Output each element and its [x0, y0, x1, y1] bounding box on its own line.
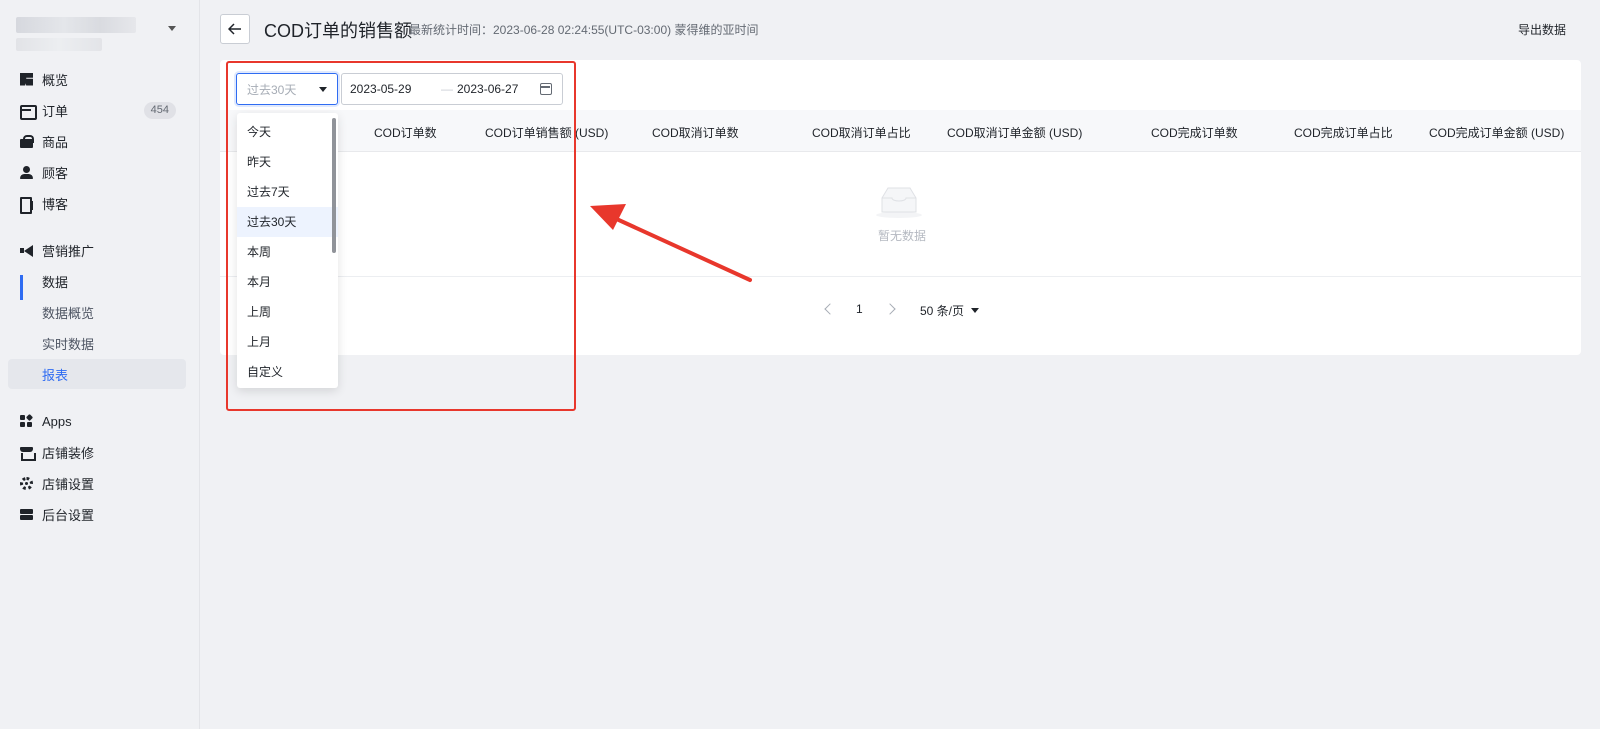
empty-state: 暂无数据 [220, 152, 1581, 277]
column-header: COD完成订单数 [1151, 126, 1238, 140]
sidebar-item-reports[interactable]: 报表 [8, 359, 186, 389]
sidebar-item-store-settings[interactable]: 店铺设置 [8, 468, 186, 498]
gear-icon [20, 476, 33, 490]
start-date-input[interactable]: 2023-05-29 [350, 82, 411, 96]
sidebar-item-data-overview[interactable]: 数据概览 [8, 297, 186, 327]
report-card: 过去30天 2023-05-29 — 2023-06-27 COD订单数 COD… [220, 60, 1581, 355]
date-range-picker[interactable]: 2023-05-29 — 2023-06-27 [341, 73, 563, 105]
sidebar-item-apps[interactable]: Apps [8, 406, 186, 436]
store-icon [20, 446, 36, 461]
megaphone-icon [20, 244, 33, 257]
pagination: 1 50 条/页 [220, 300, 1581, 322]
sidebar-item-label: 实时数据 [42, 336, 95, 352]
column-header: COD订单销售额 (USD) [485, 126, 609, 140]
blog-icon [20, 196, 33, 214]
column-header: COD完成订单占比 [1294, 126, 1393, 140]
dropdown-option-this-month[interactable]: 本月 [237, 267, 338, 297]
page-title: COD订单的销售额 [264, 21, 412, 41]
sidebar-item-label: 店铺装修 [42, 445, 95, 461]
sidebar-item-label: 后台设置 [42, 507, 95, 523]
empty-inbox-icon [876, 187, 922, 218]
sidebar-item-orders[interactable]: 订单 454 [8, 95, 186, 125]
overview-icon [20, 72, 33, 86]
page-number[interactable]: 1 [856, 302, 863, 316]
dropdown-option-today[interactable]: 今天 [237, 117, 338, 147]
sidebar-item-realtime[interactable]: 实时数据 [8, 328, 186, 358]
sidebar-item-label: 订单 [42, 103, 69, 119]
dropdown-option-last-month[interactable]: 上月 [237, 327, 338, 357]
dropdown-scrollbar[interactable] [332, 118, 336, 253]
dropdown-option-yesterday[interactable]: 昨天 [237, 147, 338, 177]
sidebar-item-data[interactable]: 数据 [8, 266, 186, 300]
date-range-select[interactable]: 过去30天 [236, 73, 338, 105]
sidebar: 概览 订单 454 商品 顾客 博客 营销推广 数据 数据概览 实时数据 报表 … [0, 0, 200, 729]
arrow-left-icon [228, 23, 241, 35]
column-header: COD订单数 [374, 126, 437, 140]
server-icon [20, 508, 33, 521]
sidebar-item-label: 顾客 [42, 165, 69, 181]
sidebar-item-label: 数据 [42, 274, 69, 290]
dropdown-option-this-week[interactable]: 本周 [237, 237, 338, 267]
date-separator: — [441, 82, 453, 96]
column-header: COD取消订单占比 [812, 126, 911, 140]
sidebar-item-products[interactable]: 商品 [8, 126, 186, 156]
orders-count-badge: 454 [143, 102, 176, 119]
sidebar-item-marketing[interactable]: 营销推广 [8, 235, 186, 265]
column-header: COD取消订单金额 (USD) [947, 126, 1083, 140]
date-range-dropdown: 今天 昨天 过去7天 过去30天 本周 本月 上周 上月 自定义 [237, 113, 338, 388]
date-range-placeholder: 过去30天 [247, 82, 297, 97]
bar-chart-icon [20, 274, 33, 300]
page-size-select[interactable]: 50 条/页 [920, 302, 964, 319]
sidebar-item-label: 店铺设置 [42, 476, 95, 492]
last-updated-text: 最新统计时间：2023-06-28 02:24:55(UTC-03:00) 蒙得… [409, 23, 759, 37]
column-header: COD取消订单数 [652, 126, 739, 140]
end-date-input[interactable]: 2023-06-27 [457, 82, 518, 96]
dropdown-list: 今天 昨天 过去7天 过去30天 本周 本月 上周 上月 自定义 [237, 117, 338, 387]
table-header: COD订单数 COD订单销售额 (USD) COD取消订单数 COD取消订单占比… [220, 110, 1581, 152]
store-logo [16, 17, 136, 33]
column-header: COD完成订单金额 (USD) [1429, 126, 1565, 140]
dropdown-option-last-week[interactable]: 上周 [237, 297, 338, 327]
sidebar-item-store-design[interactable]: 店铺装修 [8, 437, 186, 467]
chevron-down-icon[interactable] [168, 26, 176, 31]
bag-icon [20, 134, 34, 148]
user-icon [20, 165, 33, 179]
chevron-right-icon[interactable] [884, 303, 896, 315]
inbox-icon [20, 104, 37, 120]
empty-text: 暂无数据 [878, 229, 927, 243]
sidebar-item-blog[interactable]: 博客 [8, 188, 186, 218]
caret-down-icon [319, 87, 327, 92]
back-button[interactable] [220, 14, 250, 44]
sidebar-item-label: 营销推广 [42, 243, 95, 259]
store-name-blurred [16, 38, 102, 51]
dropdown-option-last-7-days[interactable]: 过去7天 [237, 177, 338, 207]
sidebar-item-label: 概览 [42, 72, 69, 88]
sidebar-item-customers[interactable]: 顾客 [8, 157, 186, 187]
sidebar-item-label: 博客 [42, 196, 69, 212]
caret-down-icon [971, 308, 979, 313]
calendar-icon[interactable] [540, 83, 552, 95]
sidebar-item-admin-settings[interactable]: 后台设置 [8, 499, 186, 529]
apps-icon [20, 413, 34, 428]
sidebar-item-label: 商品 [42, 134, 69, 150]
dropdown-option-last-30-days[interactable]: 过去30天 [237, 207, 338, 237]
sidebar-item-label: 数据概览 [42, 305, 95, 321]
sidebar-item-overview[interactable]: 概览 [8, 64, 186, 94]
export-data-button[interactable]: 导出数据 [1518, 21, 1566, 38]
sidebar-item-label: 报表 [42, 367, 69, 383]
store-switcher[interactable] [16, 14, 186, 54]
chevron-left-icon[interactable] [824, 303, 836, 315]
dropdown-option-custom[interactable]: 自定义 [237, 357, 338, 387]
sidebar-item-label: Apps [42, 413, 72, 429]
